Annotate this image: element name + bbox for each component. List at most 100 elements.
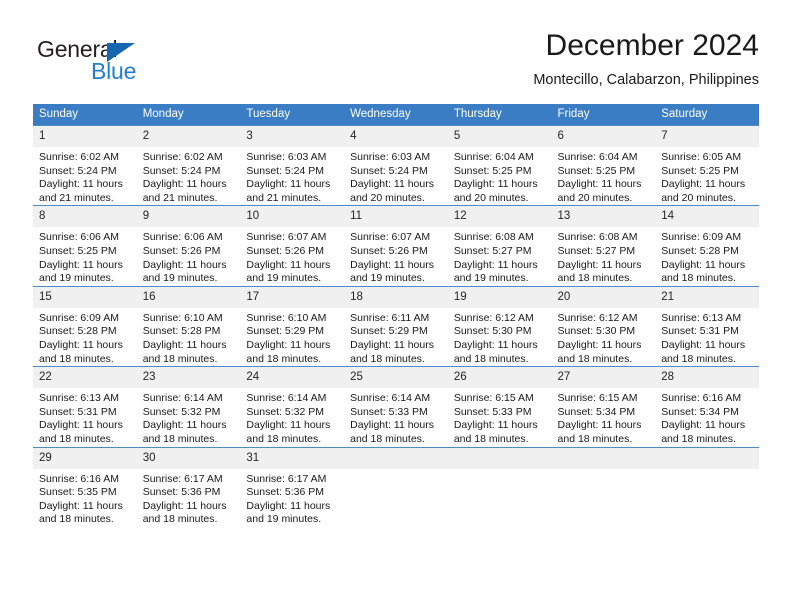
calendar-day-cell[interactable]: 27 Sunrise: 6:15 AM Sunset: 5:34 PM Dayligh… bbox=[551, 366, 656, 447]
calendar-day-cell[interactable]: 29 Sunrise: 6:16 AM Sunset: 5:35 PM Dayligh… bbox=[33, 446, 137, 527]
calendar-day-cell-empty bbox=[344, 446, 448, 527]
day-details: Sunrise: 6:14 AM Sunset: 5:32 PM Daylight:… bbox=[137, 388, 241, 446]
sunrise-text: Sunrise: 6:16 AM bbox=[661, 392, 742, 405]
calendar-day-cell[interactable]: 8 Sunrise: 6:06 AM Sunset: 5:25 PM Daylight… bbox=[33, 205, 137, 287]
calendar-day-cell[interactable]: 22 Sunrise: 6:13 AM Sunset: 5:31 PM Dayligh… bbox=[33, 366, 137, 447]
calendar-day-cell[interactable]: 9 Sunrise: 6:06 AM Sunset: 5:26 PM Daylight… bbox=[136, 205, 241, 287]
day-details: Sunrise: 6:16 AM Sunset: 5:35 PM Daylight:… bbox=[33, 469, 137, 527]
sunrise-text: Sunrise: 6:06 AM bbox=[39, 231, 119, 244]
calendar-day-cell[interactable]: 6 Sunrise: 6:04 AM Sunset: 5:25 PM Daylight… bbox=[551, 124, 656, 206]
calendar-week-row: 29 Sunrise: 6:16 AM Sunset: 5:35 PM Dayligh… bbox=[33, 446, 759, 527]
calendar-day-cell[interactable]: 14 Sunrise: 6:09 AM Sunset: 5:28 PM Dayligh… bbox=[655, 205, 759, 287]
day-number: 24 bbox=[240, 367, 345, 389]
calendar-week-row: 1 Sunrise: 6:02 AM Sunset: 5:24 PM Daylight… bbox=[33, 124, 759, 206]
day-number bbox=[344, 447, 448, 469]
calendar-day-cell[interactable]: 12 Sunrise: 6:08 AM Sunset: 5:27 PM Dayligh… bbox=[447, 205, 552, 287]
sunrise-text: Sunrise: 6:07 AM bbox=[246, 231, 327, 244]
day-details: Sunrise: 6:05 AM Sunset: 5:25 PM Daylight:… bbox=[655, 147, 759, 205]
day-number: 5 bbox=[447, 126, 552, 147]
weekday-header-tuesday: Tuesday bbox=[240, 104, 345, 126]
calendar-day-cell[interactable]: 19 Sunrise: 6:12 AM Sunset: 5:30 PM Dayligh… bbox=[447, 285, 552, 367]
day-number: 10 bbox=[240, 206, 345, 228]
daylight-text-line1: Daylight: 11 hours bbox=[142, 499, 227, 512]
sunrise-sunset-calendar: Sunday Monday Tuesday Wednesday Thursday Frid… bbox=[33, 104, 759, 527]
sunset-text: Sunset: 5:33 PM bbox=[350, 405, 428, 418]
sunrise-text: Sunrise: 6:15 AM bbox=[557, 392, 638, 405]
day-number: 11 bbox=[344, 206, 448, 228]
daylight-text-line2: and 18 minutes. bbox=[142, 513, 218, 526]
daylight-text-line1: Daylight: 11 hours bbox=[246, 499, 331, 512]
calendar-day-cell[interactable]: 15 Sunrise: 6:09 AM Sunset: 5:28 PM Dayligh… bbox=[33, 285, 137, 367]
calendar-day-cell-empty bbox=[655, 446, 759, 527]
daylight-text-line1: Daylight: 11 hours bbox=[557, 419, 642, 432]
daylight-text-line2: and 18 minutes. bbox=[39, 352, 114, 365]
calendar-day-cell[interactable]: 26 Sunrise: 6:15 AM Sunset: 5:33 PM Dayligh… bbox=[447, 366, 552, 447]
day-details: Sunrise: 6:04 AM Sunset: 5:25 PM Daylight:… bbox=[552, 147, 656, 205]
general-blue-logo[interactable]: General Blue bbox=[37, 36, 197, 92]
day-details: Sunrise: 6:13 AM Sunset: 5:31 PM Daylight:… bbox=[33, 388, 137, 446]
daylight-text-line2: and 18 minutes. bbox=[142, 432, 218, 445]
daylight-text-line1: Daylight: 11 hours bbox=[453, 258, 538, 271]
calendar-day-cell[interactable]: 17 Sunrise: 6:10 AM Sunset: 5:29 PM Dayligh… bbox=[240, 285, 345, 367]
sunset-text: Sunset: 5:34 PM bbox=[557, 405, 636, 418]
calendar-day-cell[interactable]: 4 Sunrise: 6:03 AM Sunset: 5:24 PM Daylight… bbox=[344, 124, 448, 206]
day-details: Sunrise: 6:10 AM Sunset: 5:29 PM Daylight:… bbox=[240, 308, 344, 366]
calendar-day-cell[interactable]: 21 Sunrise: 6:13 AM Sunset: 5:31 PM Dayligh… bbox=[655, 285, 759, 367]
daylight-text-line2: and 18 minutes. bbox=[453, 352, 529, 365]
calendar-day-cell[interactable]: 20 Sunrise: 6:12 AM Sunset: 5:30 PM Dayligh… bbox=[551, 285, 656, 367]
calendar-day-cell[interactable]: 2 Sunrise: 6:02 AM Sunset: 5:24 PM Daylight… bbox=[136, 124, 241, 206]
day-number: 1 bbox=[33, 126, 137, 147]
calendar-day-cell[interactable]: 30 Sunrise: 6:17 AM Sunset: 5:36 PM Dayligh… bbox=[136, 446, 241, 527]
daylight-text-line1: Daylight: 11 hours bbox=[246, 178, 331, 191]
daylight-text-line1: Daylight: 11 hours bbox=[39, 499, 123, 512]
sunset-text: Sunset: 5:24 PM bbox=[246, 164, 325, 177]
calendar-day-cell[interactable]: 28 Sunrise: 6:16 AM Sunset: 5:34 PM Dayligh… bbox=[655, 366, 759, 447]
calendar-day-cell[interactable]: 31 Sunrise: 6:17 AM Sunset: 5:36 PM Dayligh… bbox=[240, 446, 345, 527]
calendar-day-cell[interactable]: 24 Sunrise: 6:14 AM Sunset: 5:32 PM Dayligh… bbox=[240, 366, 345, 447]
daylight-text-line2: and 18 minutes. bbox=[142, 352, 218, 365]
sunset-text: Sunset: 5:25 PM bbox=[39, 244, 117, 257]
daylight-text-line2: and 18 minutes. bbox=[557, 352, 633, 365]
sunrise-text: Sunrise: 6:14 AM bbox=[142, 392, 223, 405]
calendar-day-cell[interactable]: 13 Sunrise: 6:08 AM Sunset: 5:27 PM Dayligh… bbox=[551, 205, 656, 287]
day-details: Sunrise: 6:14 AM Sunset: 5:32 PM Daylight:… bbox=[240, 388, 344, 446]
sunrise-text: Sunrise: 6:16 AM bbox=[39, 472, 119, 485]
calendar-day-cell[interactable]: 7 Sunrise: 6:05 AM Sunset: 5:25 PM Daylight… bbox=[655, 124, 759, 206]
day-details: Sunrise: 6:03 AM Sunset: 5:24 PM Daylight:… bbox=[240, 147, 344, 205]
day-number bbox=[447, 447, 552, 469]
daylight-text-line1: Daylight: 11 hours bbox=[453, 338, 538, 351]
daylight-text-line2: and 20 minutes. bbox=[350, 191, 425, 204]
sunset-text: Sunset: 5:32 PM bbox=[142, 405, 221, 418]
calendar-day-cell[interactable]: 10 Sunrise: 6:07 AM Sunset: 5:26 PM Dayligh… bbox=[240, 205, 345, 287]
daylight-text-line2: and 20 minutes. bbox=[453, 191, 529, 204]
calendar-day-cell-empty bbox=[447, 446, 552, 527]
calendar-day-cell[interactable]: 5 Sunrise: 6:04 AM Sunset: 5:25 PM Daylight… bbox=[447, 124, 552, 206]
sunset-text: Sunset: 5:27 PM bbox=[453, 244, 532, 257]
day-number: 18 bbox=[344, 286, 448, 308]
daylight-text-line2: and 18 minutes. bbox=[39, 513, 114, 526]
daylight-text-line1: Daylight: 11 hours bbox=[39, 419, 123, 432]
daylight-text-line2: and 18 minutes. bbox=[453, 432, 529, 445]
weekday-header-wednesday: Wednesday bbox=[344, 104, 448, 126]
calendar-day-cell[interactable]: 18 Sunrise: 6:11 AM Sunset: 5:29 PM Dayligh… bbox=[344, 285, 448, 367]
day-number: 30 bbox=[136, 447, 241, 469]
daylight-text-line2: and 19 minutes. bbox=[246, 272, 322, 285]
calendar-day-cell[interactable]: 23 Sunrise: 6:14 AM Sunset: 5:32 PM Dayligh… bbox=[136, 366, 241, 447]
daylight-text-line1: Daylight: 11 hours bbox=[350, 338, 434, 351]
calendar-day-cell[interactable]: 1 Sunrise: 6:02 AM Sunset: 5:24 PM Daylight… bbox=[33, 124, 137, 206]
sunset-text: Sunset: 5:30 PM bbox=[557, 325, 636, 338]
sunset-text: Sunset: 5:36 PM bbox=[142, 486, 221, 499]
sunset-text: Sunset: 5:28 PM bbox=[39, 325, 117, 338]
calendar-day-cell[interactable]: 11 Sunrise: 6:07 AM Sunset: 5:26 PM Dayligh… bbox=[344, 205, 448, 287]
sunrise-text: Sunrise: 6:08 AM bbox=[557, 231, 638, 244]
calendar-day-cell[interactable]: 16 Sunrise: 6:10 AM Sunset: 5:28 PM Dayligh… bbox=[136, 285, 241, 367]
weekday-header-thursday: Thursday bbox=[447, 104, 552, 126]
daylight-text-line2: and 19 minutes. bbox=[142, 272, 218, 285]
daylight-text-line2: and 18 minutes. bbox=[661, 432, 736, 445]
weekday-header-row: Sunday Monday Tuesday Wednesday Thursday Frid… bbox=[33, 104, 759, 126]
calendar-day-cell[interactable]: 25 Sunrise: 6:14 AM Sunset: 5:33 PM Dayligh… bbox=[344, 366, 448, 447]
daylight-text-line1: Daylight: 11 hours bbox=[453, 178, 538, 191]
weekday-header-friday: Friday bbox=[551, 104, 656, 126]
sunrise-text: Sunrise: 6:02 AM bbox=[142, 151, 223, 163]
calendar-day-cell[interactable]: 3 Sunrise: 6:03 AM Sunset: 5:24 PM Daylight… bbox=[240, 124, 345, 206]
